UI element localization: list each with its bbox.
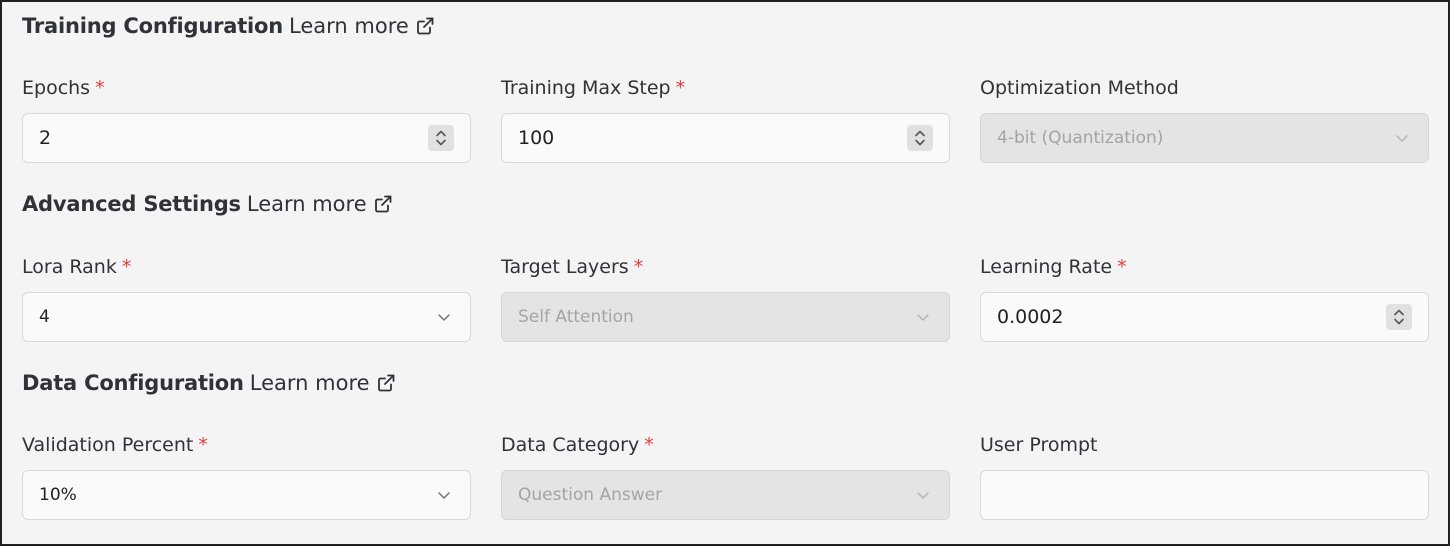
data-configuration-header: Data Configuration Learn more xyxy=(22,368,396,398)
advanced-settings-header: Advanced Settings Learn more xyxy=(22,189,393,219)
validation-percent-value: 10% xyxy=(39,485,77,505)
required-asterisk: * xyxy=(121,256,132,278)
section-title: Training Configuration xyxy=(22,14,284,38)
chevron-down-icon xyxy=(438,314,450,321)
user-prompt-input[interactable] xyxy=(980,470,1429,520)
learning-rate-value: 0.0002 xyxy=(997,306,1064,328)
data-category-select[interactable]: Question Answer xyxy=(501,470,950,520)
learn-more-label: Learn more xyxy=(249,371,370,395)
section-title: Data Configuration xyxy=(22,371,244,395)
learn-more-link[interactable]: Learn more xyxy=(247,192,393,216)
learning-rate-input[interactable]: 0.0002 xyxy=(980,292,1429,342)
learn-more-label: Learn more xyxy=(246,192,367,216)
required-asterisk: * xyxy=(1117,256,1127,278)
external-link-icon xyxy=(374,195,392,213)
required-asterisk: * xyxy=(675,77,686,99)
target-layers-label: Target Layers * xyxy=(501,255,643,279)
data-category-label: Data Category * xyxy=(501,433,654,457)
chevron-down-icon xyxy=(438,492,450,499)
training-max-step-label: Training Max Step * xyxy=(501,76,685,100)
optimization-method-label: Optimization Method xyxy=(980,77,1179,99)
optimization-method-select[interactable]: 4-bit (Quantization) xyxy=(980,113,1429,163)
validation-percent-label: Validation Percent * xyxy=(22,433,208,457)
lora-rank-select[interactable]: 4 xyxy=(22,292,471,342)
training-configuration-header: Training Configuration Learn more xyxy=(22,11,435,41)
chevron-down-icon xyxy=(917,492,929,499)
validation-percent-label-text: Validation Percent xyxy=(22,434,194,456)
epochs-value: 2 xyxy=(39,127,52,149)
chevron-down-icon xyxy=(917,314,929,321)
data-category-value: Question Answer xyxy=(518,485,663,505)
required-asterisk: * xyxy=(633,256,644,278)
chevron-down-icon xyxy=(1396,135,1408,142)
training-max-step-input[interactable]: 100 xyxy=(501,113,950,163)
learn-more-label: Learn more xyxy=(289,14,409,38)
training-config-panel: Training Configuration Learn more Epochs… xyxy=(0,0,1450,546)
target-layers-value: Self Attention xyxy=(518,307,634,327)
validation-percent-select[interactable]: 10% xyxy=(22,470,471,520)
user-prompt-label: User Prompt xyxy=(980,434,1098,456)
training-max-step-label-text: Training Max Step xyxy=(501,77,671,99)
data-category-label-text: Data Category xyxy=(501,434,640,456)
up-down-stepper-icon[interactable] xyxy=(1386,304,1412,330)
epochs-label-text: Epochs xyxy=(22,77,91,99)
up-down-stepper-icon[interactable] xyxy=(428,125,454,151)
lora-rank-label-text: Lora Rank xyxy=(22,256,117,278)
target-layers-label-text: Target Layers xyxy=(501,256,629,278)
learning-rate-label-text: Learning Rate xyxy=(980,256,1113,278)
optimization-method-value: 4-bit (Quantization) xyxy=(997,128,1164,148)
up-down-stepper-icon[interactable] xyxy=(907,125,933,151)
required-asterisk: * xyxy=(95,77,105,99)
required-asterisk: * xyxy=(198,434,208,456)
section-title: Advanced Settings xyxy=(22,192,241,216)
target-layers-select[interactable]: Self Attention xyxy=(501,292,950,342)
training-max-step-value: 100 xyxy=(518,127,555,149)
lora-rank-value: 4 xyxy=(39,307,50,327)
lora-rank-label: Lora Rank * xyxy=(22,255,131,279)
learn-more-link[interactable]: Learn more xyxy=(289,14,435,38)
epochs-input[interactable]: 2 xyxy=(22,113,471,163)
learning-rate-label: Learning Rate * xyxy=(980,255,1127,279)
learn-more-link[interactable]: Learn more xyxy=(250,371,396,395)
external-link-icon xyxy=(377,374,394,392)
external-link-icon xyxy=(416,17,434,35)
epochs-label: Epochs * xyxy=(22,76,105,100)
required-asterisk: * xyxy=(644,434,654,456)
